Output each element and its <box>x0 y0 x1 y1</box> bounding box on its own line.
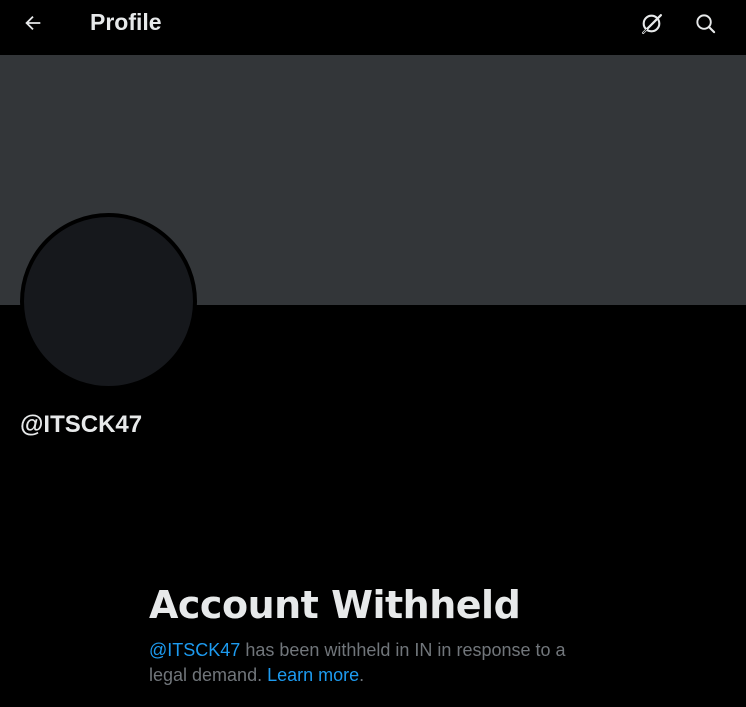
grok-button[interactable] <box>634 6 668 40</box>
profile-page: Profile @ITSCK47 Account Withheld @ITSCK… <box>0 0 746 707</box>
arrow-left-icon <box>25 15 41 31</box>
period-text: . <box>359 665 365 685</box>
withheld-title: Account Withheld <box>149 583 521 627</box>
handle-mention-link[interactable]: @ITSCK47 <box>149 640 240 660</box>
top-bar: Profile <box>0 0 746 53</box>
withheld-notice: Account Withheld @ITSCK47 has been withh… <box>149 582 609 688</box>
learn-more-link[interactable]: Learn more <box>267 665 359 685</box>
avatar[interactable] <box>20 213 197 390</box>
withheld-message: @ITSCK47 has been withheld in IN in resp… <box>149 638 599 688</box>
page-title: Profile <box>90 9 162 35</box>
profile-handle: @ITSCK47 <box>20 411 143 438</box>
back-button[interactable] <box>14 6 52 40</box>
search-button[interactable] <box>688 6 722 40</box>
grok-icon <box>641 13 662 34</box>
search-icon <box>695 13 715 33</box>
